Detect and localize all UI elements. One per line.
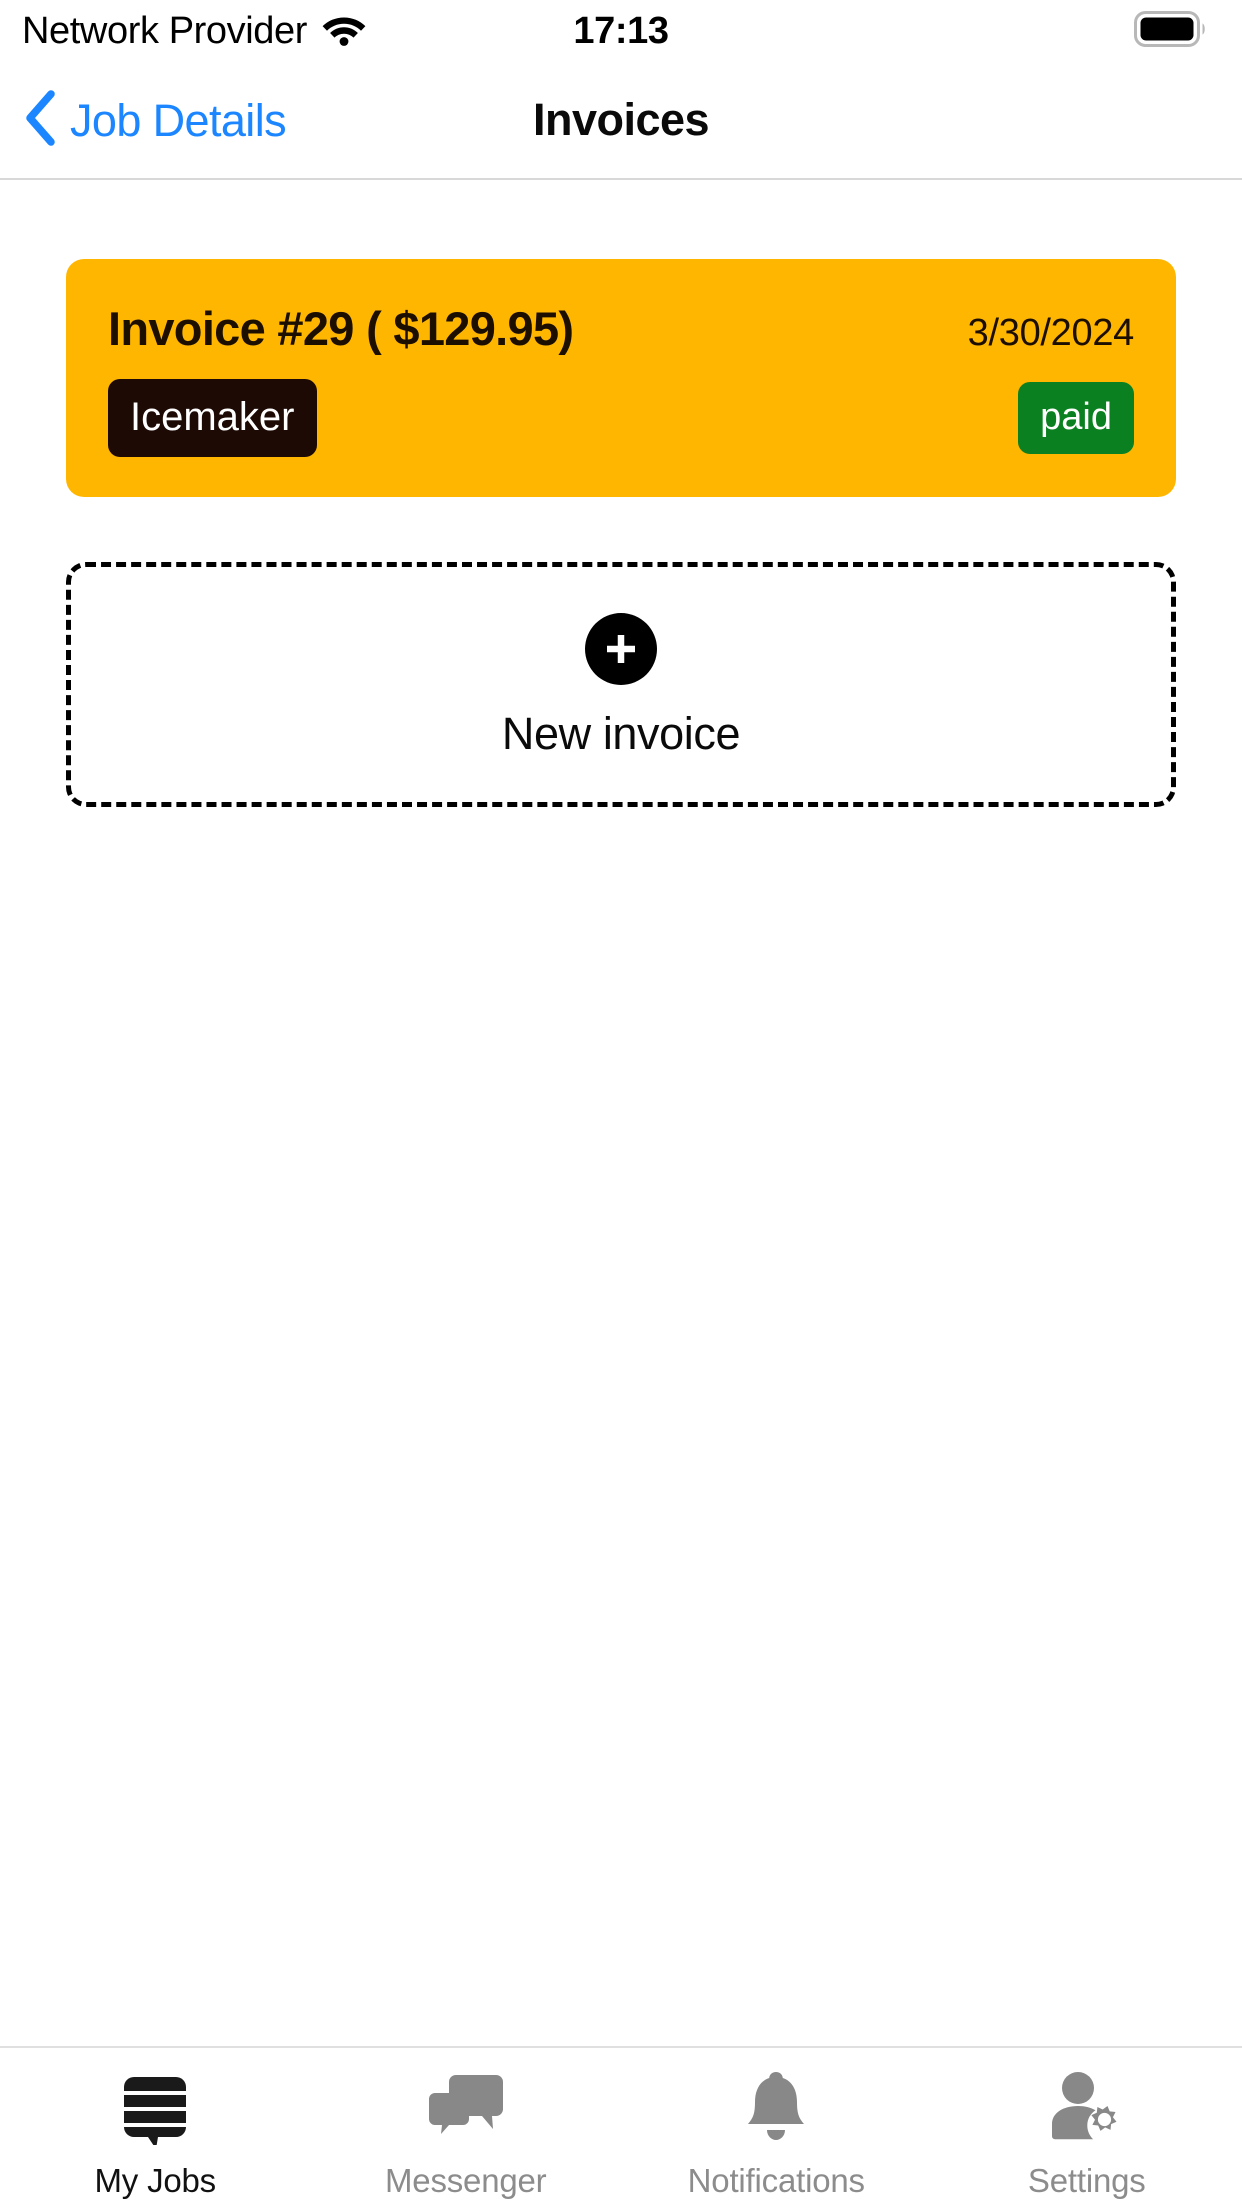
tab-notifications[interactable]: Notifications bbox=[621, 2064, 932, 2208]
plus-icon bbox=[585, 612, 657, 685]
tab-my-jobs[interactable]: My Jobs bbox=[0, 2064, 311, 2208]
tab-bar: My Jobs Messenger Notifications Settings bbox=[0, 2046, 1242, 2208]
tab-label-settings: Settings bbox=[1027, 2162, 1146, 2199]
new-invoice-button[interactable]: New invoice bbox=[66, 561, 1176, 807]
invoice-card-header: Invoice #29 ( $129.95) 3/30/2024 bbox=[108, 303, 1134, 355]
invoice-title: Invoice #29 ( $129.95) bbox=[108, 302, 574, 355]
back-button[interactable]: Job Details bbox=[24, 89, 287, 151]
phone-screen: Network Provider 17:13 Job Details Invoi… bbox=[0, 0, 1242, 2208]
invoice-status-badge: paid bbox=[1018, 381, 1134, 454]
new-invoice-label: New invoice bbox=[501, 707, 741, 759]
navigation-bar: Job Details Invoices bbox=[0, 62, 1242, 180]
main-content: Invoice #29 ( $129.95) 3/30/2024 Icemake… bbox=[0, 180, 1242, 2046]
tab-label-my-jobs: My Jobs bbox=[94, 2162, 217, 2199]
tab-messenger[interactable]: Messenger bbox=[311, 2064, 622, 2208]
status-bar-left: Network Provider bbox=[22, 12, 367, 51]
invoice-category-badge: Icemaker bbox=[108, 378, 317, 457]
invoice-card[interactable]: Invoice #29 ( $129.95) 3/30/2024 Icemake… bbox=[66, 259, 1176, 497]
user-gear-icon bbox=[1047, 2064, 1127, 2150]
tab-label-notifications: Notifications bbox=[687, 2162, 865, 2199]
bell-icon bbox=[745, 2064, 807, 2150]
status-bar-right bbox=[1134, 10, 1208, 52]
back-button-label: Job Details bbox=[70, 94, 287, 146]
tab-settings[interactable]: Settings bbox=[932, 2064, 1242, 2208]
chevron-left-icon bbox=[24, 89, 56, 151]
invoice-card-footer: Icemaker paid bbox=[108, 378, 1134, 457]
chat-bubbles-icon bbox=[428, 2064, 504, 2150]
carrier-label: Network Provider bbox=[22, 10, 308, 52]
wifi-icon bbox=[321, 12, 367, 51]
status-bar: Network Provider 17:13 bbox=[0, 0, 1242, 62]
jobs-bubble-icon bbox=[122, 2064, 188, 2150]
battery-full-icon bbox=[1134, 10, 1208, 52]
invoice-date: 3/30/2024 bbox=[967, 312, 1135, 354]
tab-label-messenger: Messenger bbox=[385, 2162, 547, 2199]
